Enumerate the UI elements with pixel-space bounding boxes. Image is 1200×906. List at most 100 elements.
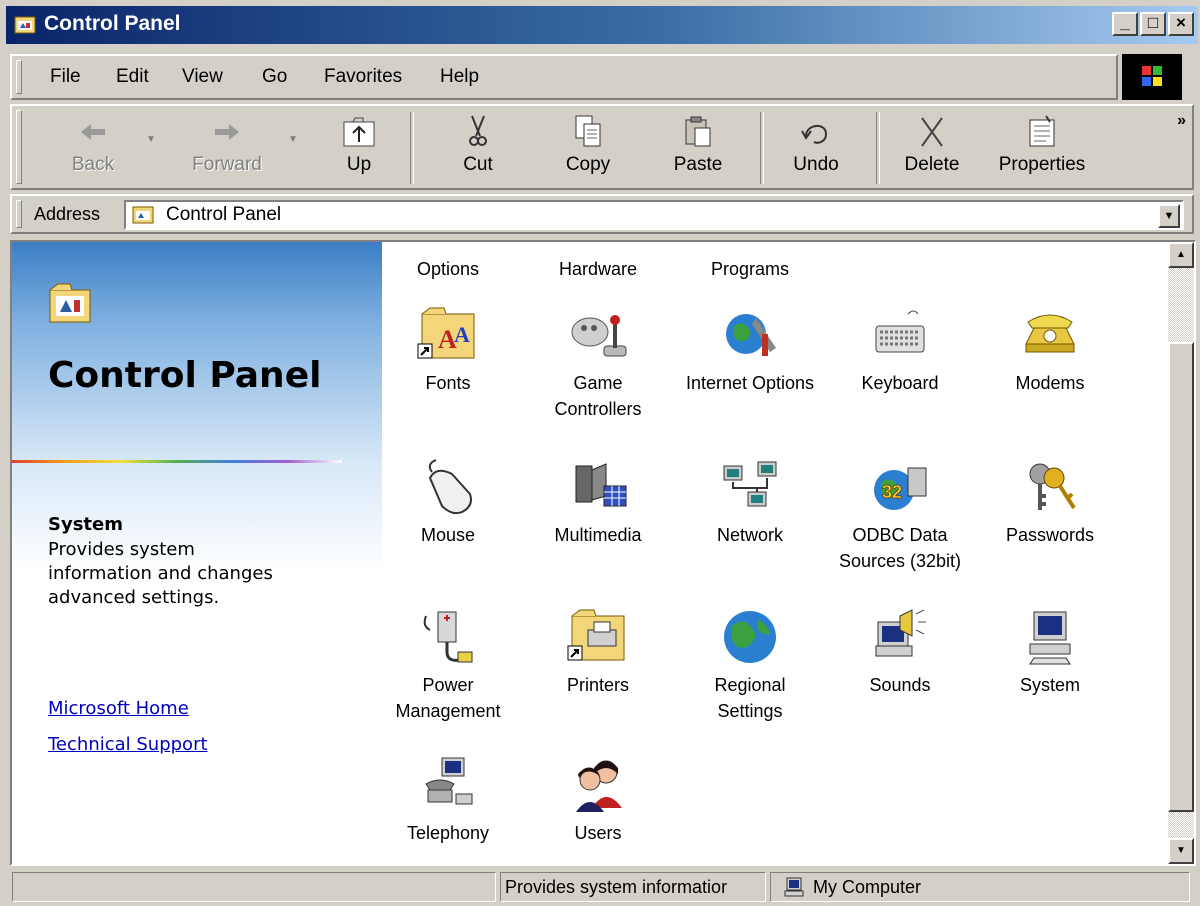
toolbar-grip[interactable]	[16, 110, 22, 184]
control-panel-item[interactable]: Programs	[680, 256, 820, 282]
status-message: Provides system informatior	[500, 872, 766, 902]
svg-text:A: A	[454, 322, 470, 347]
control-panel-item[interactable]: Mouse	[378, 456, 518, 548]
multimedia-icon	[575, 463, 627, 507]
control-panel-item[interactable]: Printers	[528, 606, 668, 698]
address-bar: Address Control Panel ▼	[10, 194, 1194, 234]
svg-text:32: 32	[882, 482, 902, 502]
item-label: Telephony	[406, 823, 490, 843]
address-label: Address	[34, 204, 101, 224]
item-label: Keyboard	[861, 373, 939, 393]
cut-button[interactable]: Cut	[438, 108, 518, 188]
back-dropdown-icon[interactable]: ▼	[146, 134, 156, 145]
back-button[interactable]: Back	[48, 108, 138, 188]
control-panel-item[interactable]: Multimedia	[528, 456, 668, 548]
properties-button[interactable]: Properties	[992, 108, 1092, 188]
maximize-button[interactable]: □	[1140, 12, 1166, 36]
folder-up-icon	[343, 117, 375, 147]
paste-button[interactable]: Paste	[658, 108, 738, 188]
item-label: Modems	[1015, 373, 1085, 393]
menu-file[interactable]: File	[50, 66, 81, 88]
item-label: Hardware	[558, 259, 638, 279]
back-label: Back	[71, 154, 115, 175]
windows-flag-icon	[1142, 66, 1162, 86]
up-button[interactable]: Up	[324, 108, 394, 188]
back-arrow-icon	[81, 124, 105, 140]
menu-view[interactable]: View	[182, 66, 223, 88]
content-area: Control Panel System Provides system inf…	[10, 240, 1196, 866]
address-input[interactable]: Control Panel ▼	[124, 200, 1184, 230]
printers-folder-icon	[567, 609, 625, 661]
item-label: Regional Settings	[714, 675, 786, 721]
toolbar-more-chevron[interactable]: »	[1177, 112, 1186, 130]
scroll-down-button[interactable]: ▼	[1168, 838, 1194, 864]
item-label: Fonts	[425, 373, 471, 393]
control-panel-item[interactable]: Modems	[980, 304, 1120, 396]
windows-logo	[1122, 54, 1182, 100]
control-panel-item[interactable]: Power Management	[378, 606, 518, 724]
status-bar: Provides system informatior My Computer	[10, 870, 1194, 904]
users-icon	[576, 760, 622, 812]
address-dropdown-button[interactable]: ▼	[1158, 204, 1180, 228]
selected-item-title: System	[48, 514, 123, 535]
cut-label: Cut	[463, 154, 493, 175]
scroll-thumb[interactable]	[1168, 342, 1194, 812]
control-panel-item[interactable]: Options	[378, 256, 518, 282]
power-plug-icon	[423, 611, 473, 663]
control-panel-item[interactable]: Game Controllers	[528, 304, 668, 422]
item-label: Printers	[566, 675, 629, 695]
keys-icon	[1029, 463, 1076, 510]
address-grip[interactable]	[16, 200, 22, 228]
control-panel-item[interactable]: Network	[680, 456, 820, 548]
control-panel-item[interactable]: Passwords	[980, 456, 1120, 548]
control-panel-item[interactable]: System	[980, 606, 1120, 698]
delete-button[interactable]: Delete	[892, 108, 972, 188]
control-panel-folder-icon	[132, 206, 154, 224]
close-button[interactable]: ×	[1168, 12, 1194, 36]
control-panel-folder-icon	[49, 283, 91, 323]
control-panel-item[interactable]: Hardware	[528, 256, 668, 282]
status-zone: My Computer	[770, 872, 1190, 902]
item-label: Users	[574, 823, 622, 843]
control-panel-item[interactable]: Sounds	[830, 606, 970, 698]
microsoft-home-link[interactable]: Microsoft Home	[48, 698, 189, 719]
control-panel-item[interactable]: Regional Settings	[680, 606, 820, 724]
window-title: Control Panel	[44, 12, 181, 35]
toolbar-separator	[876, 112, 880, 184]
globe-icon	[724, 611, 776, 663]
undo-button[interactable]: Undo	[776, 108, 856, 188]
minimize-button[interactable]: _	[1112, 12, 1138, 36]
control-panel-item[interactable]: Telephony	[378, 754, 518, 846]
item-label: Multimedia	[554, 525, 642, 545]
control-panel-item[interactable]: Keyboard	[830, 304, 970, 396]
delete-x-icon	[921, 117, 943, 147]
technical-support-link[interactable]: Technical Support	[48, 734, 208, 755]
status-zone-label: My Computer	[813, 877, 922, 897]
menu-edit[interactable]: Edit	[116, 66, 149, 88]
control-panel-item[interactable]: A A Fonts	[378, 304, 518, 396]
menu-favorites[interactable]: Favorites	[324, 66, 402, 88]
vertical-scrollbar[interactable]: ▲ ▼	[1168, 242, 1194, 864]
control-panel-item[interactable]: Users	[528, 754, 668, 846]
scroll-up-button[interactable]: ▲	[1168, 242, 1194, 268]
title-bar[interactable]: Control Panel _ □ ×	[6, 6, 1198, 44]
copy-button[interactable]: Copy	[548, 108, 628, 188]
menu-help[interactable]: Help	[440, 66, 479, 88]
paste-clipboard-icon	[685, 116, 711, 147]
forward-dropdown-icon[interactable]: ▼	[288, 134, 298, 145]
control-panel-window: Control Panel _ □ × File Edit View Go Fa…	[0, 0, 1200, 906]
selected-item-description: Provides system information and changes …	[48, 539, 273, 608]
menu-grip[interactable]	[16, 60, 22, 94]
menu-go[interactable]: Go	[262, 66, 287, 88]
fonts-folder-icon: A A	[417, 307, 475, 359]
joystick-icon	[571, 315, 627, 357]
telephone-icon	[1025, 314, 1075, 353]
properties-icon	[1029, 115, 1055, 147]
forward-label: Forward	[192, 154, 262, 175]
item-label: Internet Options	[685, 373, 815, 393]
item-label: Programs	[710, 259, 790, 279]
status-pane-empty	[12, 872, 496, 902]
control-panel-item[interactable]: 32 ODBC Data Sources (32bit)	[830, 456, 970, 574]
forward-button[interactable]: Forward	[172, 108, 282, 188]
control-panel-item[interactable]: Internet Options	[680, 304, 820, 396]
